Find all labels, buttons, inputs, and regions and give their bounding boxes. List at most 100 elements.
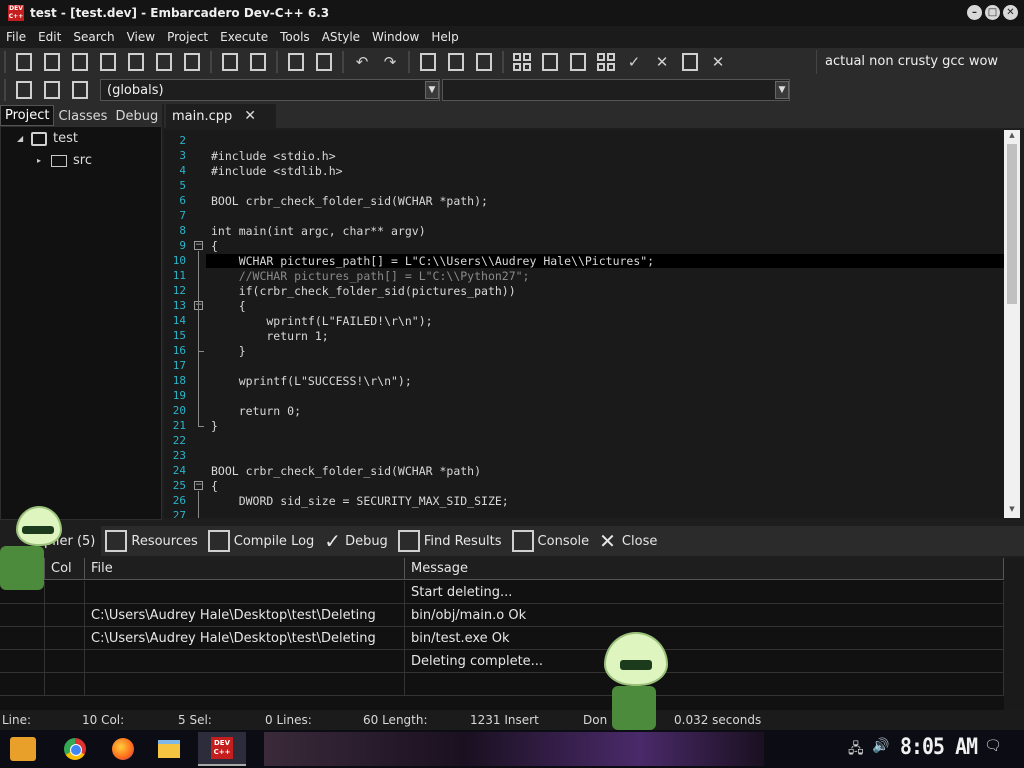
code-line[interactable]: { [211, 479, 218, 493]
code-line[interactable]: DWORD sid_size = SECURITY_MAX_SID_SIZE; [211, 494, 509, 508]
current-code-line[interactable]: WCHAR pictures_path[] = L"C:\\Users\\Aud… [206, 254, 1004, 268]
tab-compile-log[interactable]: Compile Log [204, 526, 321, 556]
column-header-message[interactable]: Message [405, 558, 1004, 580]
compile-button[interactable] [509, 50, 535, 74]
code-line[interactable]: //WCHAR pictures_path[] = L"C:\\Python27… [211, 269, 530, 283]
volume-icon[interactable]: 🔊 [872, 738, 889, 754]
close-file-button[interactable] [123, 50, 149, 74]
rebuild-all-button[interactable] [593, 50, 619, 74]
network-icon[interactable]: 🖧 [848, 738, 864, 762]
new-project-button[interactable] [415, 50, 441, 74]
cell-col[interactable] [45, 673, 85, 696]
tab-find-results[interactable]: Find Results [394, 526, 508, 556]
menu-astyle[interactable]: AStyle [316, 30, 366, 44]
messages-scrollbar[interactable] [1004, 558, 1024, 710]
cell-line[interactable] [0, 650, 45, 673]
code-line[interactable]: if(crbr_check_folder_sid(pictures_path)) [211, 284, 516, 298]
tab-classes[interactable]: Classes [54, 107, 111, 126]
code-line[interactable]: #include <stdlib.h> [211, 164, 343, 178]
code-line[interactable]: } [211, 419, 218, 433]
menu-tools[interactable]: Tools [274, 30, 316, 44]
code-line[interactable]: wprintf(L"FAILED!\r\n"); [211, 314, 432, 328]
code-line[interactable]: wprintf(L"SUCCESS!\r\n"); [211, 374, 412, 388]
taskbar-clock[interactable]: 8:05 AM [900, 735, 978, 760]
save-all-button[interactable] [95, 50, 121, 74]
stop-execution-button[interactable]: ✕ [649, 50, 675, 74]
cell-line[interactable] [0, 673, 45, 696]
tab-debug-output[interactable]: ✓ Debug [320, 526, 394, 556]
save-button[interactable] [67, 50, 93, 74]
start-button[interactable] [10, 737, 36, 761]
cell-file[interactable] [85, 581, 405, 604]
function-combo[interactable]: ▼ [442, 79, 790, 101]
close-window-button[interactable]: ✕ [1003, 5, 1018, 20]
tab-console[interactable]: Console [508, 526, 596, 556]
code-editor[interactable]: 2 3 4 5 6 7 8 9 10 11 12 13 14 15 16 17 18 19 20 21 22 23 24 25… [164, 130, 1004, 518]
profile-button[interactable] [677, 50, 703, 74]
code-line[interactable]: { [211, 299, 246, 313]
tab-project[interactable]: Project [0, 105, 55, 126]
undo-button[interactable]: ↶ [349, 50, 375, 74]
maximize-button[interactable]: □ [985, 5, 1000, 20]
delete-profile-button[interactable]: ✕ [705, 50, 731, 74]
menu-help[interactable]: Help [425, 30, 464, 44]
fold-collapse-icon[interactable]: − [194, 241, 203, 250]
scroll-down-icon[interactable]: ▼ [1004, 505, 1020, 517]
code-line[interactable]: { [211, 239, 218, 253]
cell-file[interactable] [85, 650, 405, 673]
redo-button[interactable]: ↷ [377, 50, 403, 74]
code-line[interactable]: BOOL crbr_check_folder_sid(WCHAR *path); [211, 194, 488, 208]
cell-message[interactable]: bin/obj/main.o Ok [405, 604, 1004, 627]
editor-vertical-scrollbar[interactable]: ▲ ▼ [1004, 130, 1020, 518]
menu-search[interactable]: Search [67, 30, 120, 44]
cell-col[interactable] [45, 650, 85, 673]
scroll-up-icon[interactable]: ▲ [1004, 131, 1020, 143]
project-options-button[interactable] [471, 50, 497, 74]
tree-node-test[interactable]: ◢ test [17, 131, 78, 146]
cell-file[interactable]: C:\Users\Audrey Hale\Desktop\test\Deleti… [85, 604, 405, 627]
menu-window[interactable]: Window [366, 30, 425, 44]
collapse-icon[interactable]: ◢ [17, 134, 27, 143]
notification-icon[interactable]: 🗨 [984, 738, 1002, 754]
tree-node-src[interactable]: ▸ src [37, 153, 92, 168]
new-file-button[interactable] [11, 50, 37, 74]
fold-collapse-icon[interactable]: − [194, 481, 203, 490]
close-all-button[interactable] [151, 50, 177, 74]
goto-bookmark-button[interactable] [67, 78, 93, 102]
cell-message[interactable]: bin/test.exe Ok [405, 627, 1004, 650]
code-line[interactable]: return 0; [211, 404, 301, 418]
tab-resources[interactable]: Resources [101, 526, 203, 556]
toggle-bookmark-button[interactable] [39, 78, 65, 102]
menu-execute[interactable]: Execute [214, 30, 274, 44]
code-line[interactable]: } [211, 344, 246, 358]
code-line[interactable]: BOOL crbr_check_folder_sid(WCHAR *path) [211, 464, 481, 478]
cell-message[interactable]: Start deleting... [405, 581, 1004, 604]
cell-line[interactable] [0, 604, 45, 627]
taskbar-firefox[interactable] [108, 735, 138, 763]
open-file-button[interactable] [39, 50, 65, 74]
chevron-down-icon[interactable]: ▼ [775, 81, 789, 99]
minimize-button[interactable]: – [967, 5, 982, 20]
remove-from-project-button[interactable] [443, 50, 469, 74]
column-header-file[interactable]: File [85, 558, 405, 580]
tab-main-cpp[interactable]: main.cpp ✕ [166, 104, 276, 128]
cell-col[interactable] [45, 604, 85, 627]
run-button[interactable] [537, 50, 563, 74]
tab-debug[interactable]: Debug [111, 107, 162, 126]
menu-project[interactable]: Project [161, 30, 214, 44]
goto-line-button[interactable] [11, 78, 37, 102]
expand-icon[interactable]: ▸ [37, 156, 47, 165]
taskbar-chrome[interactable] [60, 735, 90, 763]
compile-run-button[interactable] [565, 50, 591, 74]
unindent-button[interactable] [311, 50, 337, 74]
replace-button[interactable] [245, 50, 271, 74]
cell-message[interactable] [405, 673, 1004, 696]
tab-close-panel[interactable]: ✕ Close [595, 526, 663, 556]
close-tab-icon[interactable]: ✕ [244, 108, 256, 124]
menu-edit[interactable]: Edit [32, 30, 67, 44]
cell-col[interactable] [45, 627, 85, 650]
print-button[interactable] [179, 50, 205, 74]
cell-file[interactable] [85, 673, 405, 696]
cell-file[interactable]: C:\Users\Audrey Hale\Desktop\test\Deleti… [85, 627, 405, 650]
taskbar-devcpp[interactable]: DEV C++ [198, 732, 246, 766]
